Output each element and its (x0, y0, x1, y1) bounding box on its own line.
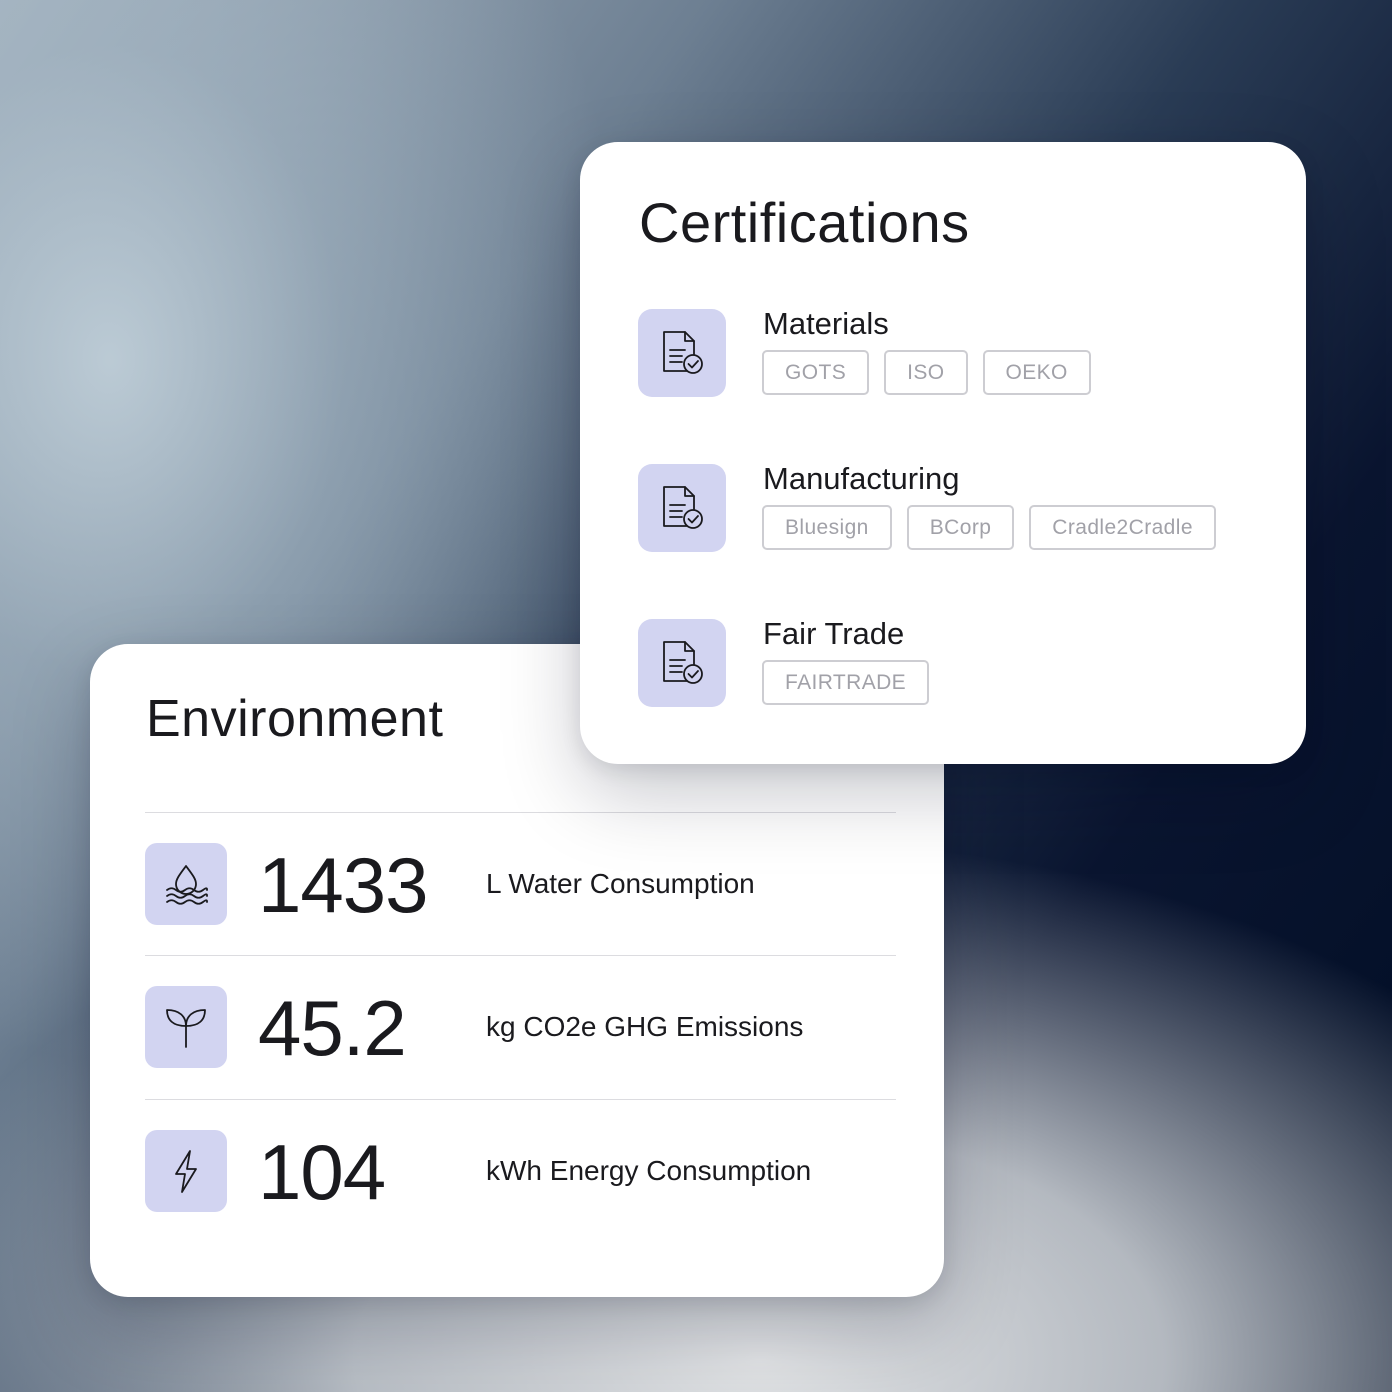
tag-cradle2cradle[interactable]: Cradle2Cradle (1029, 505, 1216, 550)
tag-fairtrade[interactable]: FAIRTRADE (762, 660, 930, 705)
document-check-icon (638, 464, 726, 552)
metric-row-water: 1433 L Water Consumption (145, 812, 896, 956)
cert-group-manufacturing: Manufacturing Bluesign BCorp Cradle2Crad… (638, 457, 1258, 557)
energy-value: 104 (258, 1128, 386, 1216)
environment-title: Environment (146, 690, 444, 748)
tag-bcorp[interactable]: BCorp (906, 505, 1015, 550)
sprout-icon (145, 986, 227, 1068)
cert-group-name: Fair Trade (763, 616, 905, 651)
certifications-title: Certifications (639, 191, 970, 254)
water-label: L Water Consumption (486, 868, 755, 899)
metric-row-energy: 104 kWh Energy Consumption (145, 1099, 896, 1243)
emissions-label: kg CO2e GHG Emissions (486, 1011, 804, 1042)
tag-list: GOTS ISO OEKO (762, 350, 1091, 395)
tag-list: FAIRTRADE (762, 660, 930, 705)
cert-group-name: Materials (763, 306, 889, 341)
tag-list: Bluesign BCorp Cradle2Cradle (762, 505, 1216, 550)
tag-oeko[interactable]: OEKO (982, 350, 1091, 395)
tag-gots[interactable]: GOTS (762, 350, 870, 395)
tag-bluesign[interactable]: Bluesign (762, 505, 892, 550)
water-value: 1433 (258, 841, 429, 929)
emissions-value: 45.2 (258, 984, 407, 1072)
lightning-icon (145, 1130, 227, 1212)
water-drop-icon (145, 843, 227, 925)
cert-group-materials: Materials GOTS ISO OEKO (638, 302, 1258, 402)
certifications-card: Certifications Materials GOTS ISO OEKO M… (580, 142, 1306, 764)
document-check-icon (638, 619, 726, 707)
tag-iso[interactable]: ISO (884, 350, 968, 395)
cert-group-fair-trade: Fair Trade FAIRTRADE (638, 612, 1258, 712)
metric-row-emissions: 45.2 kg CO2e GHG Emissions (145, 955, 896, 1099)
document-check-icon (638, 309, 726, 397)
cert-group-name: Manufacturing (763, 461, 960, 496)
energy-label: kWh Energy Consumption (486, 1155, 812, 1186)
